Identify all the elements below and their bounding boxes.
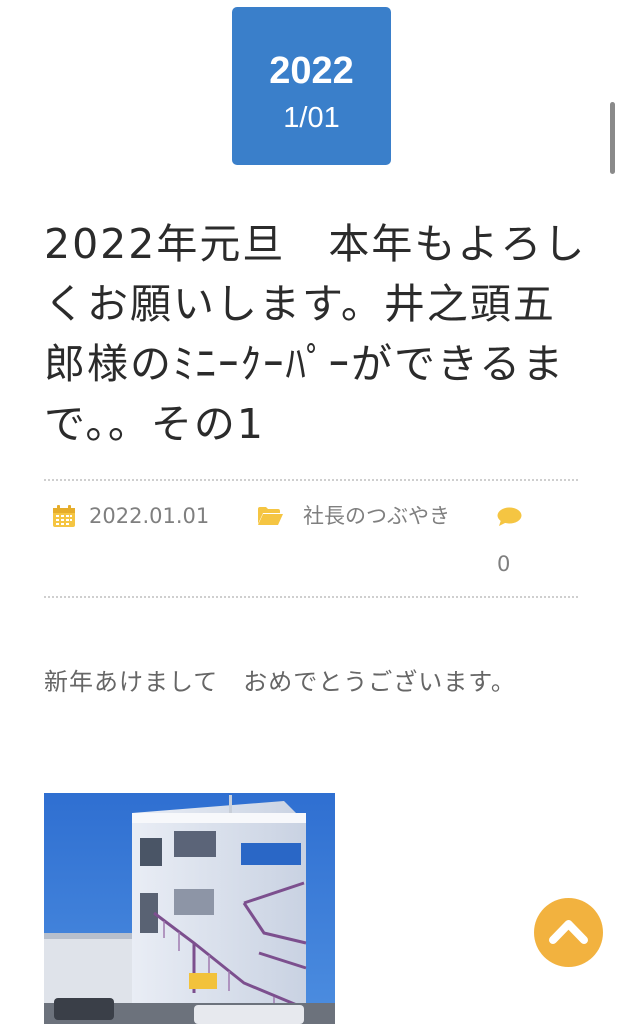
post-title: 2022年元旦 本年もよろしくお願いします。井之頭五郎様のﾐﾆｰｸｰﾊﾟｰができ… xyxy=(44,220,587,448)
post-date-year: 2022 xyxy=(269,50,354,92)
post-date: 2022.01.01 xyxy=(89,504,210,528)
building-photo xyxy=(44,793,335,1024)
scroll-to-top-button[interactable] xyxy=(534,898,603,967)
meta-divider-bottom xyxy=(44,596,578,598)
post-category-link[interactable]: 社長のつぶやき xyxy=(259,492,469,540)
blog-post-page: 2022 1/01 2022年元旦 本年もよろしくお願いします。井之頭五郎様のﾐ… xyxy=(0,0,622,1024)
post-body-text: 新年あけまして おめでとうございます。 xyxy=(44,668,516,696)
post-date-badge: 2022 1/01 xyxy=(232,7,391,165)
post-date-month-day: 1/01 xyxy=(283,102,340,134)
meta-divider-top xyxy=(44,479,578,481)
scrollbar-thumb[interactable] xyxy=(610,102,615,174)
comment-bubble-icon xyxy=(497,507,522,526)
post-comment-count[interactable]: 0 xyxy=(497,540,510,588)
chevron-up-icon xyxy=(549,920,588,944)
